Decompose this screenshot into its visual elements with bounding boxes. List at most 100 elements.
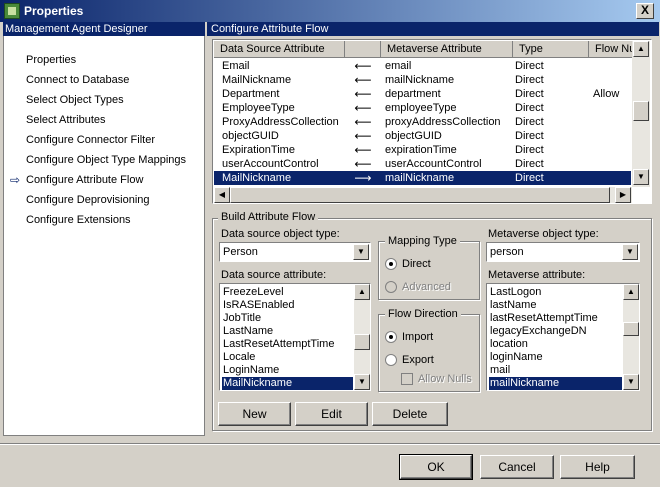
flow-export-radio[interactable] — [385, 354, 397, 366]
cell-metaverse: expirationTime — [385, 144, 457, 156]
nav-item-properties[interactable]: Properties — [26, 52, 76, 68]
edit-button[interactable]: Edit — [295, 402, 368, 426]
cell-metaverse: department — [385, 88, 441, 100]
close-button[interactable]: X — [636, 3, 654, 19]
col-header-type[interactable]: Type — [513, 41, 589, 58]
cell-type: Direct — [515, 144, 544, 156]
scroll-up-icon[interactable]: ▲ — [354, 284, 370, 300]
ds-object-type-select[interactable]: Person ▼ — [219, 242, 371, 262]
cell-flow-nulls — [593, 59, 633, 73]
nav-item-connector-filter[interactable]: Configure Connector Filter — [26, 132, 155, 148]
list-item[interactable]: legacyExchangeDN — [489, 325, 622, 338]
table-horizontal-scrollbar[interactable]: ◀ ▶ — [214, 187, 632, 203]
list-item[interactable]: IsRASEnabled — [222, 299, 353, 312]
scroll-thumb[interactable] — [633, 101, 649, 121]
cell-metaverse: objectGUID — [385, 130, 442, 142]
ds-list-scrollbar[interactable]: ▲ ▼ — [354, 284, 370, 390]
list-item[interactable]: LoginName — [222, 364, 353, 377]
direction-arrow-icon: ⟵ — [354, 101, 372, 115]
cell-data-source: ExpirationTime — [222, 144, 295, 156]
list-item[interactable]: mailNickname — [489, 377, 622, 390]
table-row[interactable]: Department ⟵ department Direct Allow — [214, 87, 631, 101]
nav-item-extensions[interactable]: Configure Extensions — [26, 212, 131, 228]
table-row[interactable]: EmployeeType ⟵ employeeType Direct — [214, 101, 631, 115]
table-row[interactable]: ExpirationTime ⟵ expirationTime Direct — [214, 143, 631, 157]
scroll-up-icon[interactable]: ▲ — [623, 284, 639, 300]
footer-divider — [0, 443, 660, 445]
cell-metaverse: mailNickname — [385, 172, 455, 184]
flow-direction-label: Flow Direction — [385, 308, 461, 320]
list-item[interactable]: lastName — [489, 299, 622, 312]
ds-attribute-label: Data source attribute: — [221, 269, 327, 281]
list-item[interactable]: LastLogon — [489, 286, 622, 299]
new-button[interactable]: New — [218, 402, 291, 426]
scroll-right-icon[interactable]: ▶ — [615, 187, 631, 203]
mv-object-type-select[interactable]: person ▼ — [486, 242, 640, 262]
scroll-up-icon[interactable]: ▲ — [633, 41, 649, 57]
scroll-down-icon[interactable]: ▼ — [354, 374, 370, 390]
mv-attribute-list[interactable]: LastLogon lastName lastResetAttemptTime leg… — [486, 283, 640, 391]
mapping-direct-radio[interactable] — [385, 258, 397, 270]
list-item[interactable]: FreezeLevel — [222, 286, 353, 299]
table-row[interactable]: userAccountControl ⟵ userAccountControl Dir… — [214, 157, 631, 171]
list-item[interactable]: lastResetAttemptTime — [489, 312, 622, 325]
cell-flow-nulls — [593, 171, 633, 185]
list-item[interactable]: location — [489, 338, 622, 351]
list-item[interactable]: loginName — [489, 351, 622, 364]
allow-nulls-checkbox[interactable] — [401, 373, 413, 385]
mv-list-scrollbar[interactable]: ▲ ▼ — [623, 284, 639, 390]
cell-data-source: EmployeeType — [222, 102, 295, 114]
chevron-down-icon[interactable]: ▼ — [353, 244, 369, 260]
nav-item-select-attributes[interactable]: Select Attributes — [26, 112, 106, 128]
scroll-thumb[interactable] — [354, 334, 370, 350]
direction-arrow-icon: ⟵ — [354, 129, 372, 143]
table-row[interactable]: Email ⟵ email Direct — [214, 59, 631, 73]
ds-attribute-list[interactable]: FreezeLevel IsRASEnabled JobTitle LastName L… — [219, 283, 371, 391]
table-row[interactable]: MailNickname ⟵ mailNickname Direct — [214, 73, 631, 87]
nav-item-attribute-flow[interactable]: ⇨ Configure Attribute Flow — [10, 172, 144, 188]
ds-object-type-value: Person — [223, 246, 258, 258]
mapping-advanced-label: Advanced — [402, 281, 451, 293]
table-vertical-scrollbar[interactable]: ▲ ▼ — [632, 41, 650, 187]
nav-item-object-type-mappings[interactable]: Configure Object Type Mappings — [26, 152, 186, 168]
ok-button[interactable]: OK — [399, 454, 473, 480]
cell-type: Direct — [515, 130, 544, 142]
scroll-thumb-horizontal[interactable] — [230, 187, 610, 203]
col-header-metaverse[interactable]: Metaverse Attribute — [381, 41, 513, 58]
cell-type: Direct — [515, 60, 544, 72]
list-item[interactable]: Locale — [222, 351, 353, 364]
mapping-direct-label: Direct — [402, 258, 431, 270]
direction-arrow-icon: ⟶ — [354, 171, 372, 185]
flow-import-radio[interactable] — [385, 331, 397, 343]
scroll-thumb[interactable] — [623, 322, 639, 336]
table-row[interactable]: objectGUID ⟵ objectGUID Direct — [214, 129, 631, 143]
nav-item-select-object-types[interactable]: Select Object Types — [26, 92, 124, 108]
scroll-down-icon[interactable]: ▼ — [623, 374, 639, 390]
cell-data-source: MailNickname — [222, 74, 292, 86]
nav-panel: Management Agent Designer Properties Con… — [3, 22, 205, 436]
scroll-left-icon[interactable]: ◀ — [214, 187, 230, 203]
cell-metaverse: employeeType — [385, 102, 457, 114]
direction-arrow-icon: ⟵ — [354, 143, 372, 157]
scroll-down-icon[interactable]: ▼ — [633, 169, 649, 185]
nav-item-label: Configure Attribute Flow — [26, 174, 144, 186]
col-header-flow-nulls[interactable]: Flow Nu — [589, 41, 635, 58]
cancel-button[interactable]: Cancel — [480, 455, 554, 479]
col-header-direction[interactable] — [345, 41, 381, 58]
table-row[interactable]: ProxyAddressCollection ⟵ proxyAddressColle… — [214, 115, 631, 129]
list-item[interactable]: MailNickname — [222, 377, 353, 390]
list-item[interactable]: mail — [489, 364, 622, 377]
mapping-advanced-radio[interactable] — [385, 281, 397, 293]
list-item[interactable]: JobTitle — [222, 312, 353, 325]
help-button[interactable]: Help — [560, 455, 635, 479]
col-header-data-source[interactable]: Data Source Attribute — [214, 41, 345, 58]
list-item[interactable]: LastName — [222, 325, 353, 338]
nav-item-connect-database[interactable]: Connect to Database — [26, 72, 129, 88]
delete-button[interactable]: Delete — [372, 402, 448, 426]
attribute-flow-table[interactable]: Data Source Attribute Metaverse Attribut… — [212, 39, 652, 204]
nav-item-deprovisioning[interactable]: Configure Deprovisioning — [26, 192, 150, 208]
table-row[interactable]: MailNickname ⟶ mailNickname Direct — [214, 171, 631, 185]
chevron-down-icon[interactable]: ▼ — [622, 244, 638, 260]
list-item[interactable]: LastResetAttemptTime — [222, 338, 353, 351]
cell-data-source: Email — [222, 60, 250, 72]
